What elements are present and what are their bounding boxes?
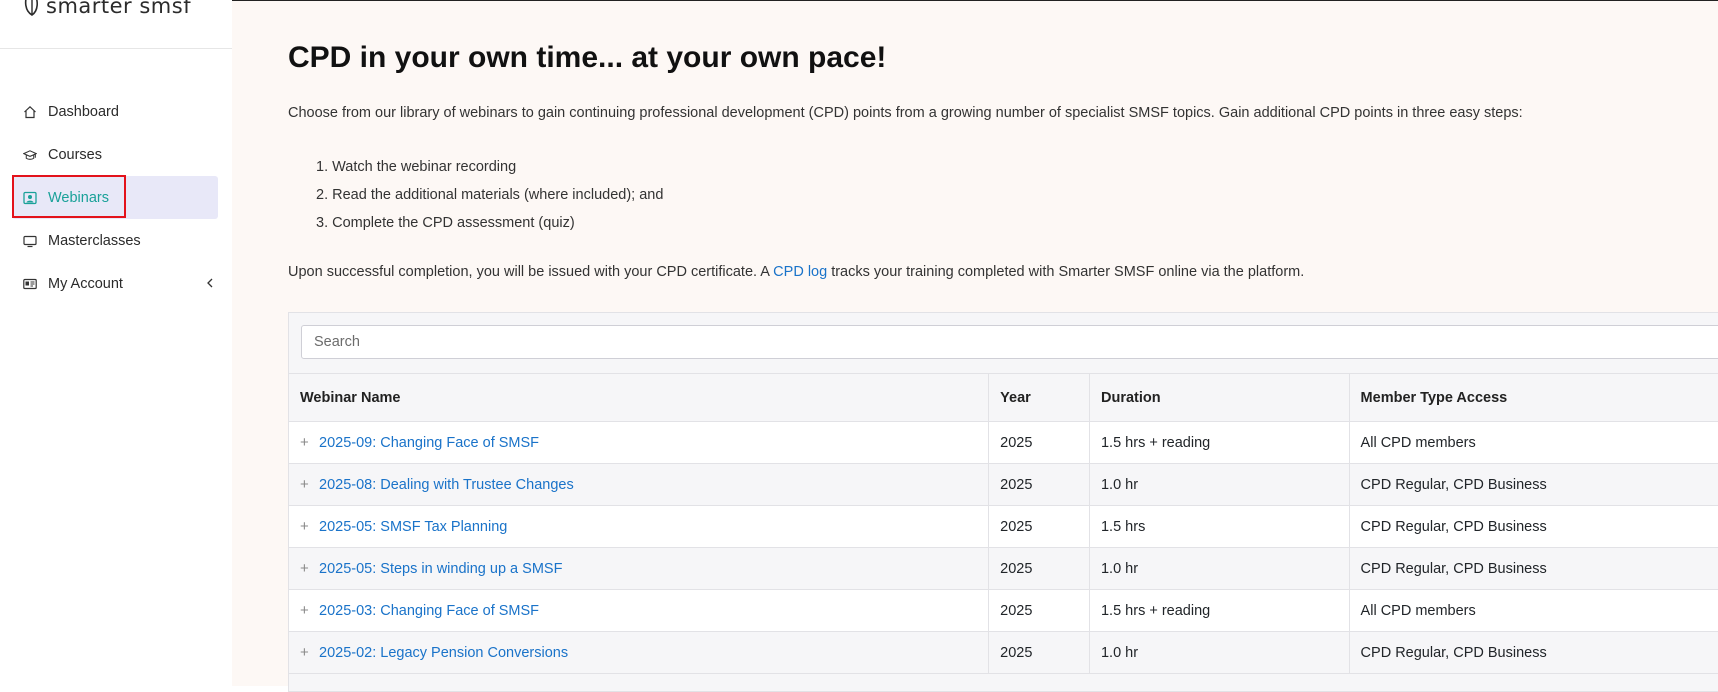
duration-cell: 1.0 hr — [1089, 463, 1350, 506]
webinars-table: Webinar Name Year Duration Member Type A… — [289, 373, 1718, 674]
webinar-link[interactable]: 2025-03: Changing Face of SMSF — [319, 603, 539, 619]
sidebar-item-my-account[interactable]: My Account — [12, 262, 218, 305]
duration-cell: 1.5 hrs + reading — [1089, 589, 1350, 632]
table-row: +2025-05: SMSF Tax Planning 2025 1.5 hrs… — [289, 505, 1718, 548]
completion-text: Upon successful completion, you will be … — [288, 264, 1304, 280]
access-cell: All CPD members — [1349, 589, 1718, 632]
duration-cell: 1.0 hr — [1089, 547, 1350, 590]
list-item: 3. Complete the CPD assessment (quiz) — [316, 215, 575, 231]
table-row: +2025-05: Steps in winding up a SMSF 202… — [289, 547, 1718, 590]
webinar-name-cell: +2025-03: Changing Face of SMSF — [289, 589, 990, 632]
year-cell: 2025 — [988, 589, 1090, 632]
webinar-link[interactable]: 2025-02: Legacy Pension Conversions — [319, 645, 568, 661]
sidebar-item-label: Courses — [48, 146, 102, 163]
column-header-year[interactable]: Year — [988, 373, 1090, 422]
expand-plus-icon[interactable]: + — [300, 644, 310, 661]
webinar-name-cell: +2025-05: Steps in winding up a SMSF — [289, 547, 990, 590]
sidebar: smarter smsf Dashboard Courses Webinars — [0, 0, 232, 686]
search-input[interactable] — [301, 325, 1718, 359]
sidebar-item-masterclasses[interactable]: Masterclasses — [12, 219, 218, 262]
duration-cell: 1.0 hr — [1089, 631, 1350, 674]
chevron-left-icon[interactable] — [204, 276, 216, 290]
access-cell: CPD Regular, CPD Business — [1349, 505, 1718, 548]
access-cell: CPD Regular, CPD Business — [1349, 631, 1718, 674]
year-cell: 2025 — [988, 505, 1090, 548]
sidebar-item-label: Masterclasses — [48, 232, 141, 249]
steps-list: 1. Watch the webinar recording 2. Read t… — [316, 157, 663, 241]
duration-cell: 1.5 hrs + reading — [1089, 421, 1350, 464]
access-cell: CPD Regular, CPD Business — [1349, 547, 1718, 590]
column-header-member-type-access[interactable]: Member Type Access — [1349, 373, 1718, 422]
webinars-table-panel: Webinar Name Year Duration Member Type A… — [288, 312, 1718, 692]
divider — [0, 48, 232, 49]
completion-text-before: Upon successful completion, you will be … — [288, 264, 774, 280]
sidebar-item-courses[interactable]: Courses — [12, 133, 218, 176]
table-row: +2025-08: Dealing with Trustee Changes 2… — [289, 463, 1718, 506]
webinar-name-cell: +2025-08: Dealing with Trustee Changes — [289, 463, 990, 506]
table-header-row: Webinar Name Year Duration Member Type A… — [289, 373, 1718, 422]
expand-plus-icon[interactable]: + — [300, 518, 310, 535]
column-header-duration[interactable]: Duration — [1089, 373, 1350, 422]
year-cell: 2025 — [988, 421, 1090, 464]
table-row: +2025-09: Changing Face of SMSF 2025 1.5… — [289, 421, 1718, 464]
webinar-link[interactable]: 2025-09: Changing Face of SMSF — [319, 435, 539, 451]
intro-text: Choose from our library of webinars to g… — [288, 105, 1523, 121]
access-cell: CPD Regular, CPD Business — [1349, 463, 1718, 506]
table-row: +2025-02: Legacy Pension Conversions 202… — [289, 631, 1718, 674]
leaf-icon — [24, 0, 38, 16]
graduation-cap-icon — [23, 148, 37, 162]
webinar-icon — [23, 191, 37, 205]
id-card-icon — [23, 277, 37, 291]
main-content: CPD in your own time... at your own pace… — [232, 1, 1718, 692]
table-row: +2025-03: Changing Face of SMSF 2025 1.5… — [289, 589, 1718, 632]
sidebar-item-dashboard[interactable]: Dashboard — [12, 90, 218, 133]
access-cell: All CPD members — [1349, 421, 1718, 464]
home-icon — [23, 105, 37, 119]
brand-logo[interactable]: smarter smsf — [22, 0, 191, 24]
completion-text-after: tracks your training completed with Smar… — [827, 264, 1305, 280]
webinar-name-cell: +2025-09: Changing Face of SMSF — [289, 421, 990, 464]
brand-name: smarter smsf — [46, 0, 192, 18]
webinar-name-cell: +2025-05: SMSF Tax Planning — [289, 505, 990, 548]
duration-cell: 1.5 hrs — [1089, 505, 1350, 548]
page-title: CPD in your own time... at your own pace… — [288, 41, 887, 74]
column-header-webinar-name[interactable]: Webinar Name — [289, 373, 990, 422]
webinar-link[interactable]: 2025-05: Steps in winding up a SMSF — [319, 561, 562, 577]
sidebar-nav: Dashboard Courses Webinars Masterclasses… — [12, 90, 218, 305]
year-cell: 2025 — [988, 463, 1090, 506]
list-item: 2. Read the additional materials (where … — [316, 187, 664, 203]
expand-plus-icon[interactable]: + — [300, 602, 310, 619]
cpd-log-link[interactable]: CPD log — [773, 264, 827, 280]
sidebar-item-webinars[interactable]: Webinars — [12, 176, 218, 219]
expand-plus-icon[interactable]: + — [300, 476, 310, 493]
webinar-link[interactable]: 2025-05: SMSF Tax Planning — [319, 519, 507, 535]
sidebar-item-label: Webinars — [48, 189, 109, 206]
webinar-name-cell: +2025-02: Legacy Pension Conversions — [289, 631, 990, 674]
sidebar-item-label: Dashboard — [48, 103, 119, 120]
year-cell: 2025 — [988, 547, 1090, 590]
year-cell: 2025 — [988, 631, 1090, 674]
expand-plus-icon[interactable]: + — [300, 434, 310, 451]
list-item: 1. Watch the webinar recording — [316, 159, 517, 175]
webinar-link[interactable]: 2025-08: Dealing with Trustee Changes — [319, 477, 574, 493]
sidebar-item-label: My Account — [48, 275, 123, 292]
expand-plus-icon[interactable]: + — [300, 560, 310, 577]
monitor-icon — [23, 234, 37, 248]
